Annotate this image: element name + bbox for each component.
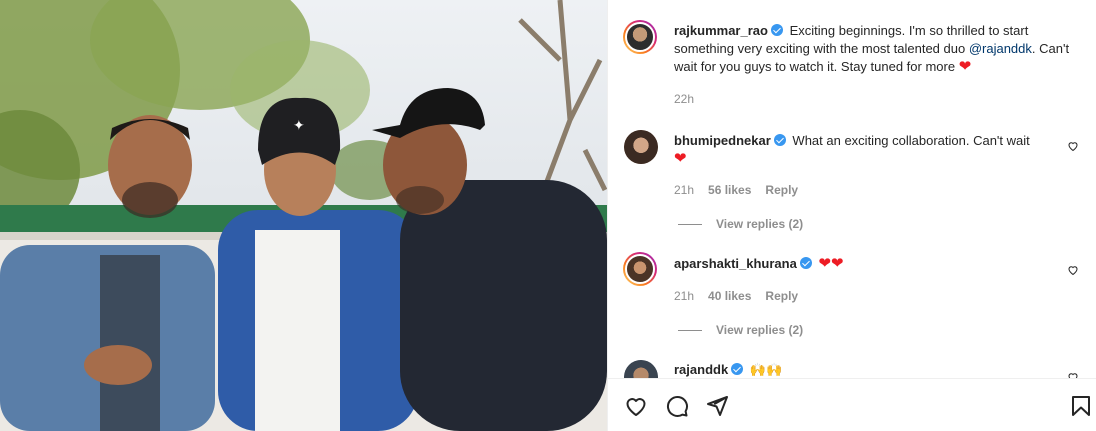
view-replies-label: View replies (2) [716,323,804,337]
view-replies-label: View replies (2) [716,217,804,231]
comment-time: 21h [674,289,695,303]
comment-meta-2: 21h 40 likes Reply [674,289,798,303]
post-timestamp: 22h [674,92,695,106]
comment-like-heart-icon[interactable] [1067,264,1079,276]
verified-badge-icon [799,257,812,269]
author-avatar[interactable] [623,20,657,54]
comment-likes[interactable]: 56 likes [708,183,751,197]
verified-badge-icon [773,134,786,146]
view-replies-button[interactable]: View replies (2) [678,323,803,337]
caption-username[interactable]: rajkummar_rao [674,23,768,38]
paper-plane-icon[interactable] [705,394,729,418]
svg-text:✦: ✦ [293,118,305,134]
comment-emoji: 🙌🙌 [749,362,783,377]
comment-like-heart-icon[interactable] [1067,371,1079,378]
comment-reply-button[interactable]: Reply [765,289,798,303]
comment-username[interactable]: bhumipednekar [674,133,771,148]
red-heart-emoji: ❤ [958,58,972,75]
comment-username[interactable]: aparshakti_khurana [674,256,797,271]
view-replies-button[interactable]: View replies (2) [678,217,803,231]
comment-meta-1: 21h 56 likes Reply [674,183,798,197]
comment-body-3: rajanddk 🙌🙌 [674,361,1054,378]
comment-emoji: ❤ [674,150,687,167]
comment-text: What an exciting collaboration. Can't wa… [792,133,1030,148]
divider-line [678,330,702,332]
comment-time: 21h [674,183,695,197]
comment-body-1: bhumipednekar What an exciting collabora… [674,132,1054,168]
verified-badge-icon [770,24,783,36]
comment-avatar-bhumipednekar[interactable] [624,130,658,164]
comment-body-2: aparshakti_khurana ❤❤ [674,255,1054,273]
post-photo[interactable]: ✦ [0,0,607,431]
comment-emoji: ❤❤ [818,255,844,272]
caption-mention-link[interactable]: @rajanddk [969,41,1032,56]
comment-likes[interactable]: 40 likes [708,289,751,303]
comment-like-heart-icon[interactable] [1067,140,1079,152]
verified-badge-icon [731,363,744,375]
speech-bubble-icon[interactable] [665,394,689,418]
photo-illustration: ✦ [0,0,607,431]
divider-line [678,224,702,226]
comment-avatar-aparshakti-khurana[interactable] [623,252,657,286]
comment-reply-button[interactable]: Reply [765,183,798,197]
comment-username[interactable]: rajanddk [674,362,728,377]
post-sidebar: rajkummar_rao Exciting beginnings. I'm s… [607,0,1096,431]
comments-scroll-area[interactable]: rajkummar_rao Exciting beginnings. I'm s… [608,0,1096,378]
bookmark-icon[interactable] [1069,394,1093,418]
heart-outline-icon[interactable] [624,394,648,418]
action-bar [608,378,1096,431]
post-caption: rajkummar_rao Exciting beginnings. I'm s… [674,22,1084,76]
comment-avatar-rajanddk[interactable] [624,360,658,378]
